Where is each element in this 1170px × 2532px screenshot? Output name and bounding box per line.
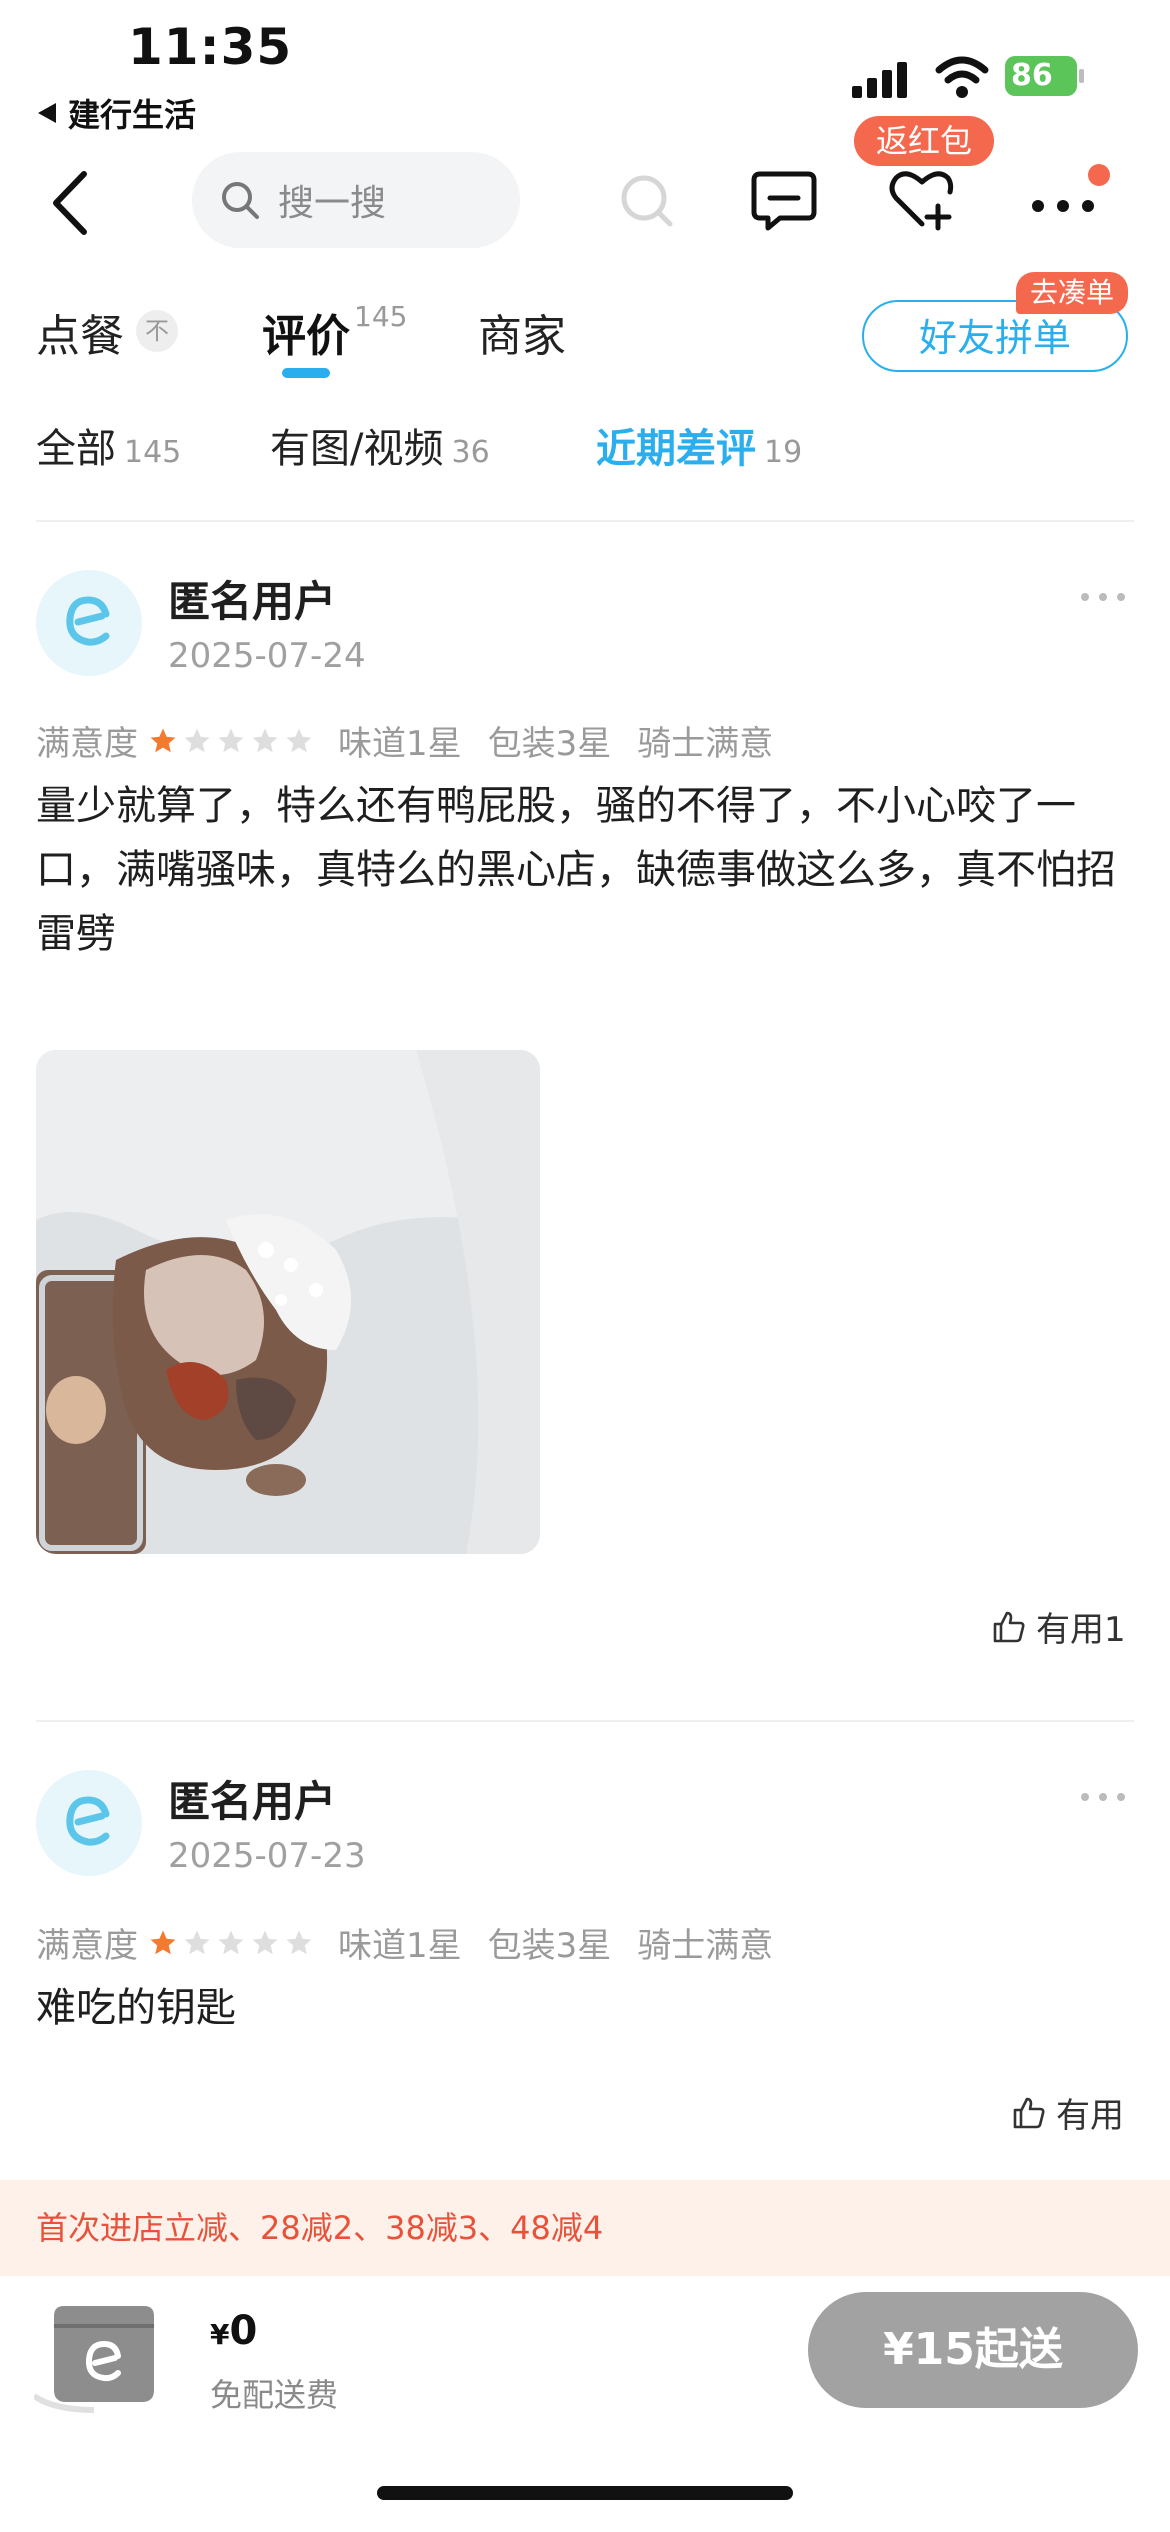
useful-count: 有用: [1056, 2096, 1124, 2136]
review-username: 匿名用户: [168, 577, 337, 626]
min-order-button[interactable]: ¥15起送: [808, 2292, 1138, 2408]
eleme-logo-icon: [66, 596, 110, 646]
back-arrow-icon[interactable]: [50, 170, 90, 236]
search-placeholder: 搜一搜: [278, 183, 387, 224]
filter-negative-label: 近期差评: [596, 426, 756, 472]
review-photo[interactable]: [36, 1050, 540, 1554]
active-tab-indicator: [282, 368, 330, 378]
filter-photo-count: 36: [451, 435, 490, 470]
redbag-badge: 返红包: [854, 116, 995, 166]
filter-negative-count: 19: [764, 435, 803, 470]
review-username: 匿名用户: [168, 1777, 337, 1826]
currency-symbol: ¥: [210, 2318, 230, 2351]
search-input[interactable]: 搜一搜: [192, 152, 520, 248]
rating-tag-rider: 骑士满意: [637, 724, 774, 764]
filter-recent-negative[interactable]: 近期差评 19: [596, 416, 802, 474]
food-photo-image: [36, 1050, 540, 1554]
pin-icon: 不: [136, 310, 178, 352]
wifi-icon: [935, 56, 989, 98]
cart-amount: 0: [229, 2308, 258, 2354]
back-to-app-link[interactable]: 建行生活: [36, 90, 196, 136]
notification-dot: [1088, 164, 1110, 186]
review-more-icon[interactable]: [1080, 592, 1126, 602]
star-empty-icon: [184, 1930, 210, 1954]
search-icon: [222, 182, 259, 219]
eleme-logo-icon: [66, 1796, 110, 1846]
filter-all-label: 全部: [36, 426, 116, 472]
star-empty-icon: [184, 728, 210, 752]
cart-box-icon[interactable]: [34, 2286, 166, 2418]
useful-button[interactable]: 有用1: [992, 1602, 1126, 1651]
review-more-icon[interactable]: [1080, 1792, 1126, 1802]
useful-count: 有用1: [1036, 1610, 1126, 1650]
satisfaction-label: 满意度: [36, 1926, 138, 1966]
home-indicator[interactable]: [377, 2486, 793, 2500]
review-text: 量少就算了，特么还有鸭屁股，骚的不得了，不小心咬了一口，满嘴骚味，真特么的黑心店…: [36, 783, 1116, 957]
satisfaction-label: 满意度: [36, 724, 138, 764]
star-rating: [148, 1928, 314, 1958]
favorite-heart-icon[interactable]: [886, 162, 958, 234]
tab-reviews-count: 145: [354, 300, 408, 333]
rating-tag-taste: 味道1星: [338, 1926, 462, 1966]
more-icon[interactable]: [1030, 196, 1096, 216]
useful-button[interactable]: 有用: [1012, 2088, 1124, 2137]
divider: [36, 520, 1134, 522]
thumbs-up-icon: [1013, 2097, 1045, 2128]
star-empty-icon: [218, 728, 244, 752]
filter-all-count: 145: [124, 435, 182, 470]
group-order-badge: 去凑单: [1016, 272, 1129, 314]
filter-photo-label: 有图/视频: [270, 426, 444, 472]
avatar[interactable]: [36, 570, 142, 676]
avatar[interactable]: [36, 1770, 142, 1876]
review-ratings: 满意度 味道1星 包装3星 骑士满意: [36, 1918, 799, 1967]
tab-reviews[interactable]: 评价: [262, 300, 350, 364]
star-empty-icon: [286, 1930, 312, 1954]
divider: [36, 1720, 1134, 1722]
review-text: 难吃的钥匙: [36, 1985, 236, 2031]
star-rating: [148, 726, 314, 756]
review-ratings: 满意度 味道1星 包装3星 骑士满意: [36, 716, 799, 765]
cellular-signal-icon: [852, 62, 907, 98]
back-app-label: 建行生活: [68, 96, 197, 134]
delivery-fee-label: 免配送费: [210, 2376, 339, 2414]
promo-banner[interactable]: 首次进店立减、28减2、38减3、48减4: [0, 2180, 1170, 2276]
message-icon[interactable]: [750, 166, 818, 234]
battery-indicator: 86: [1005, 56, 1085, 96]
star-empty-icon: [286, 728, 312, 752]
rating-tag-packaging: 包装3星: [487, 1926, 612, 1966]
star-empty-icon: [218, 1930, 244, 1954]
rating-tag-rider: 骑士满意: [637, 1926, 774, 1966]
star-filled-icon: [150, 1930, 176, 1954]
tab-merchant[interactable]: 商家: [478, 300, 566, 364]
battery-percent: 86: [1011, 58, 1053, 93]
rating-tag-taste: 味道1星: [338, 724, 462, 764]
search-loading-icon[interactable]: [618, 172, 674, 228]
rating-tag-packaging: 包装3星: [487, 724, 612, 764]
review-date: 2025-07-24: [168, 636, 366, 676]
tab-order[interactable]: 点餐: [36, 300, 124, 364]
cart-total: ¥0: [210, 2308, 257, 2354]
back-triangle-icon: [38, 103, 56, 123]
star-filled-icon: [150, 728, 176, 752]
star-empty-icon: [252, 1930, 278, 1954]
star-empty-icon: [252, 728, 278, 752]
review-date: 2025-07-23: [168, 1836, 366, 1876]
status-time: 11:35: [128, 18, 293, 76]
filter-all[interactable]: 全部 145: [36, 416, 181, 474]
thumbs-up-icon: [993, 1611, 1025, 1642]
filter-photo-video[interactable]: 有图/视频 36: [270, 416, 490, 474]
